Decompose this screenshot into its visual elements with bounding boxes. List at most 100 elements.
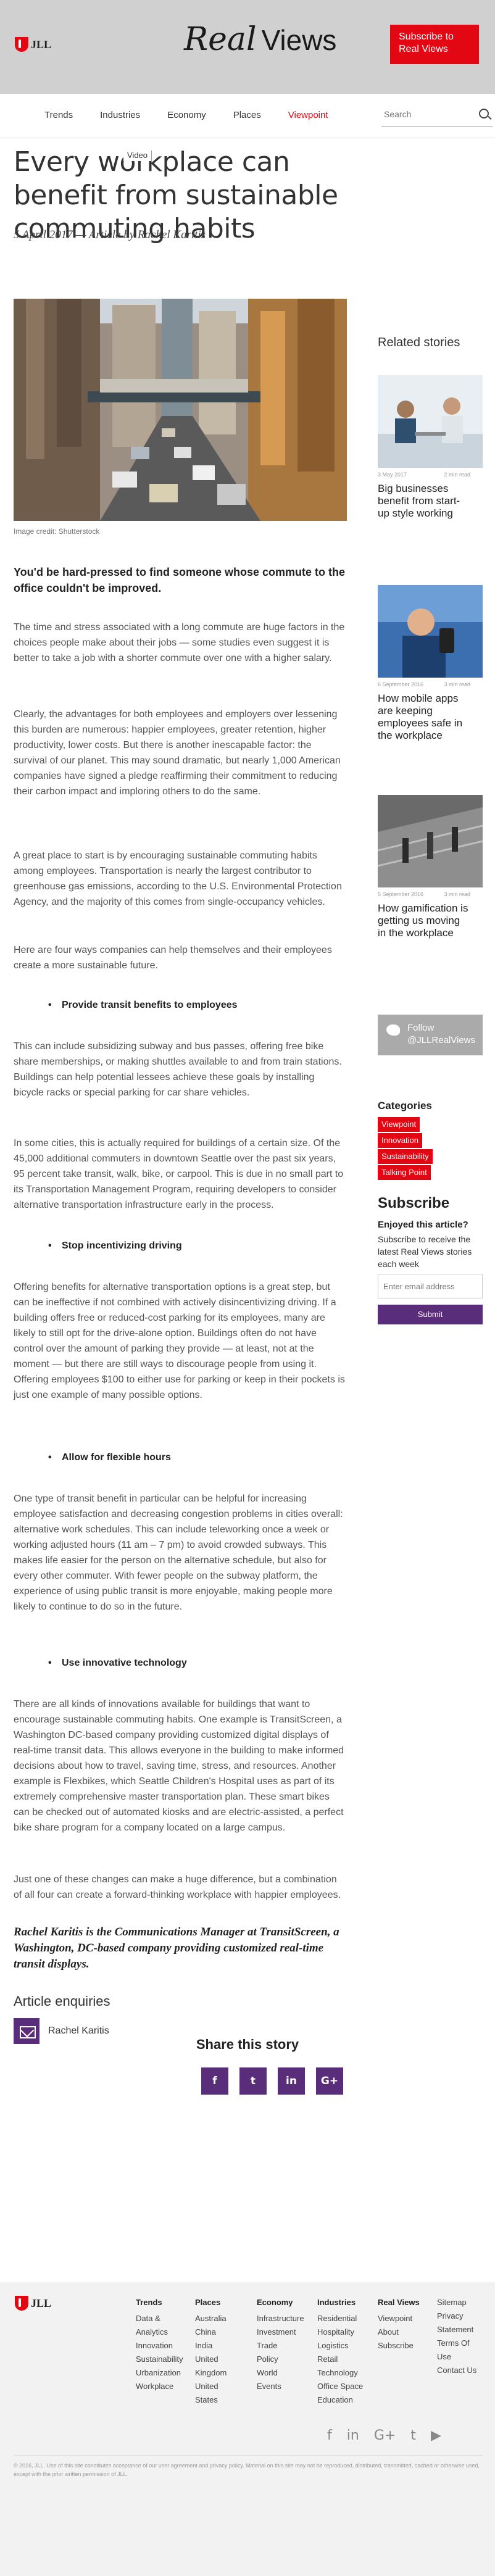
footer-link[interactable]: Kingdom: [195, 2366, 227, 2380]
story-read-time: 2 min read: [444, 472, 470, 478]
related-story-1[interactable]: 3 May 2017 2 min read Big businesses bene…: [378, 375, 483, 520]
share-buttons: f t in G+: [201, 2067, 343, 2095]
footer-link[interactable]: Infrastructure: [257, 2312, 304, 2325]
jll-logo[interactable]: JLL: [15, 36, 59, 53]
footer-link[interactable]: Logistics: [317, 2339, 363, 2353]
category-innovation[interactable]: Innovation: [378, 1133, 422, 1148]
linkedin-icon[interactable]: in: [347, 2428, 359, 2443]
youtube-icon[interactable]: ▶: [431, 2428, 441, 2443]
story-thumbnail: [378, 795, 483, 887]
footer-column-places: Places Australia China India United King…: [195, 2296, 227, 2407]
twitter-share-button[interactable]: t: [239, 2067, 267, 2095]
jll-logo-icon: [15, 2296, 28, 2311]
logo-text: JLL: [31, 38, 52, 51]
twitter-icon: [386, 1024, 400, 1036]
facebook-icon[interactable]: f: [327, 2428, 332, 2443]
story-title[interactable]: How gamification is getting us moving in…: [378, 902, 470, 939]
paragraph-5: This can include subsidizing subway and …: [14, 1041, 342, 1098]
footer-logo-text: JLL: [31, 2296, 52, 2309]
footer-link[interactable]: Privacy: [437, 2309, 476, 2323]
footer-link[interactable]: Use: [437, 2350, 476, 2364]
twitter-icon[interactable]: t: [410, 2428, 416, 2443]
linkedin-share-button[interactable]: in: [278, 2067, 305, 2095]
footer-link[interactable]: Policy: [257, 2353, 304, 2366]
nav-item-places[interactable]: Places: [233, 110, 261, 120]
footer-link[interactable]: Trade: [257, 2339, 304, 2353]
footer-column-industries: Industries Residential Hospitality Logis…: [317, 2296, 363, 2407]
story-title[interactable]: Big businesses benefit from start-up sty…: [378, 483, 470, 520]
footer-heading[interactable]: Trends: [136, 2296, 183, 2309]
footer-link[interactable]: Investment: [257, 2325, 304, 2339]
category-talking-point[interactable]: Talking Point: [378, 1165, 431, 1180]
footer-heading[interactable]: Real Views: [378, 2296, 420, 2309]
nav-item-trends[interactable]: Trends: [44, 110, 73, 120]
footer-link[interactable]: Contact Us: [437, 2364, 476, 2377]
hero-image: [14, 299, 347, 521]
footer-link[interactable]: About: [378, 2325, 420, 2339]
footer-link[interactable]: Statement: [437, 2323, 476, 2337]
related-story-2[interactable]: 6 September 2016 3 min read How mobile ap…: [378, 585, 483, 742]
footer-link[interactable]: Urbanization: [136, 2366, 183, 2380]
footer-legal-text: © 2016, JLL. Use of this site constitute…: [14, 2462, 480, 2477]
real-views-masthead[interactable]: Real Views: [184, 21, 336, 58]
related-story-3[interactable]: 5 September 2016 3 min read How gamificat…: [378, 795, 483, 939]
footer-column-trends: Trends Data & Analytics Innovation Susta…: [136, 2296, 183, 2393]
footer-link[interactable]: Education: [317, 2393, 363, 2407]
footer-link[interactable]: Retail: [317, 2353, 363, 2366]
video-badge[interactable]: Video: [123, 149, 152, 161]
footer-link[interactable]: Subscribe: [378, 2339, 420, 2353]
footer-link[interactable]: United: [195, 2353, 227, 2366]
story-title[interactable]: How mobile apps are keeping employees sa…: [378, 692, 470, 742]
footer-link[interactable]: Events: [257, 2380, 304, 2393]
footer-link[interactable]: Australia: [195, 2312, 227, 2325]
paragraph-4: Here are four ways companies can help th…: [14, 945, 332, 971]
share-title: Share this story: [196, 2037, 299, 2052]
footer-link[interactable]: Innovation: [136, 2339, 183, 2353]
subscribe-lead: Enjoyed this article?: [378, 1219, 468, 1230]
paragraph-8: One type of transit benefit in particula…: [14, 1494, 343, 1612]
googleplus-share-button[interactable]: G+: [316, 2067, 343, 2095]
footer-link[interactable]: States: [195, 2393, 227, 2407]
footer-heading[interactable]: Economy: [257, 2296, 304, 2309]
nav-item-viewpoint[interactable]: Viewpoint: [288, 110, 328, 120]
search-icon[interactable]: [479, 109, 489, 118]
footer-link[interactable]: Viewpoint: [378, 2312, 420, 2325]
image-caption: Image credit: Shutterstock: [14, 527, 100, 536]
search-input[interactable]: [381, 102, 468, 126]
paragraph-9: There are all kinds of innovations avail…: [14, 1699, 344, 1833]
footer-link[interactable]: Terms Of: [437, 2337, 476, 2350]
contact-name[interactable]: Rachel Karitis: [48, 2025, 109, 2037]
nav-item-industries[interactable]: Industries: [100, 110, 140, 120]
footer-link[interactable]: Residential: [317, 2312, 363, 2325]
category-viewpoint[interactable]: Viewpoint: [378, 1117, 420, 1132]
footer-link[interactable]: Hospitality: [317, 2325, 363, 2339]
footer-link[interactable]: United: [195, 2380, 227, 2393]
facebook-share-button[interactable]: f: [201, 2067, 228, 2095]
nav-item-economy[interactable]: Economy: [167, 110, 206, 120]
googleplus-icon[interactable]: G+: [374, 2428, 396, 2443]
paragraph-3: A great place to start is by encouraging…: [14, 850, 342, 907]
footer-column-real-views: Real Views Viewpoint About Subscribe: [378, 2296, 420, 2353]
paragraph-1: The time and stress associated with a lo…: [14, 622, 345, 663]
footer-link[interactable]: India: [195, 2339, 227, 2353]
footer-jll-logo[interactable]: JLL: [15, 2296, 51, 2311]
masthead-word: Views: [261, 24, 337, 56]
subscribe-button[interactable]: Subscribe to Real Views: [390, 25, 479, 64]
footer-link[interactable]: Sustainability: [136, 2353, 183, 2366]
subscribe-email-input[interactable]: [378, 1274, 483, 1298]
masthead-script: Real: [184, 21, 257, 58]
footer-heading[interactable]: Industries: [317, 2296, 363, 2309]
footer-heading[interactable]: Places: [195, 2296, 227, 2309]
subscribe-submit-button[interactable]: Submit: [378, 1305, 483, 1324]
footer-link[interactable]: China: [195, 2325, 227, 2339]
footer-link[interactable]: Sitemap: [437, 2296, 476, 2309]
footer-link[interactable]: Technology: [317, 2366, 363, 2380]
paragraph-7: Offering benefits for alternative transp…: [14, 1282, 345, 1400]
footer-link[interactable]: Workplace: [136, 2380, 183, 2393]
category-sustainability[interactable]: Sustainability: [378, 1149, 433, 1164]
footer-link[interactable]: Analytics: [136, 2325, 183, 2339]
twitter-follow-button[interactable]: Follow @JLLRealViews: [378, 1015, 483, 1055]
footer-link[interactable]: Data &: [136, 2312, 183, 2325]
footer-link[interactable]: World: [257, 2366, 304, 2380]
footer-link[interactable]: Office Space: [317, 2380, 363, 2393]
